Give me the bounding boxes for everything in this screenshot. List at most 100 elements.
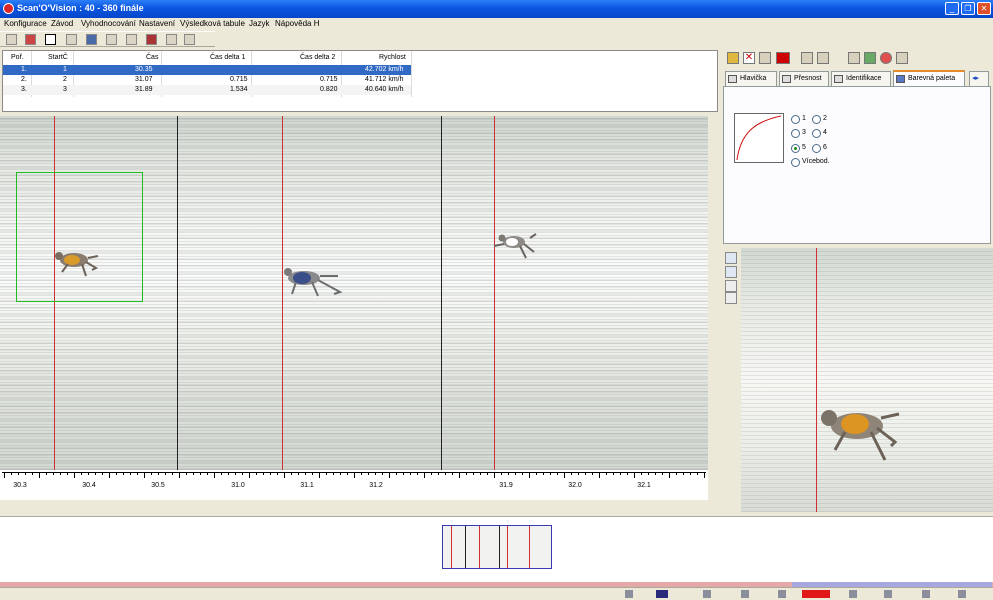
thumb-divider	[499, 526, 500, 568]
palette-option-5[interactable]: 5	[791, 143, 806, 153]
film-icon[interactable]	[106, 34, 117, 45]
table-row[interactable]: 2. 2 31.07 0.715 0.715 41.712 km/h	[3, 75, 411, 85]
tick-label: 31.0	[231, 482, 245, 489]
axis-tick	[396, 472, 397, 475]
axis-tick	[480, 472, 481, 475]
zoom-view[interactable]	[741, 248, 993, 512]
stop-icon[interactable]	[146, 34, 157, 45]
print-icon[interactable]	[884, 590, 892, 598]
histogram-icon[interactable]	[864, 52, 876, 64]
table-row[interactable]: 3. 3 31.89 1.534 0.820 40.640 km/h	[3, 85, 411, 95]
minimize-button[interactable]: _	[945, 2, 959, 15]
header-time[interactable]: Čas	[146, 53, 158, 63]
axis-tick	[32, 472, 33, 475]
delete-icon[interactable]: ✕	[743, 52, 755, 64]
flip-icon[interactable]	[759, 52, 771, 64]
zoom-selection-box[interactable]	[16, 172, 143, 302]
table-row[interactable]: 1. 1 30.35 42.702 km/h	[3, 65, 411, 75]
grid-icon[interactable]	[741, 590, 749, 598]
cut-icon[interactable]	[166, 34, 177, 45]
lines-icon[interactable]	[801, 52, 813, 64]
axis-tick	[641, 472, 642, 475]
axis-tick	[172, 472, 173, 475]
paste-icon[interactable]	[184, 34, 195, 45]
eraser-icon[interactable]	[896, 52, 908, 64]
axis-tick	[340, 472, 341, 475]
header-speed[interactable]: Rychlost	[379, 53, 406, 63]
menu-napoveda[interactable]: Nápověda H	[275, 19, 319, 28]
palette-option-3[interactable]: 3	[791, 128, 806, 138]
pointer-icon[interactable]	[45, 34, 56, 45]
tick-label: 31.2	[369, 482, 383, 489]
tab-label: Přesnost	[794, 75, 822, 82]
columns-icon[interactable]	[848, 52, 860, 64]
palette-option-1[interactable]: 1	[791, 114, 806, 124]
magnifier-icon[interactable]	[625, 590, 633, 598]
horses-icon[interactable]	[25, 34, 36, 45]
palette-option-6[interactable]: 6	[812, 143, 827, 153]
greyhound-zoomed	[821, 410, 900, 461]
window-title: Scan'O'Vision : 40 - 360 finále	[17, 3, 144, 13]
tab-barevna-paleta[interactable]: Barevná paleta	[893, 70, 965, 87]
color-select-icon[interactable]	[776, 52, 790, 64]
header-start[interactable]: StartČ	[48, 53, 68, 63]
axis-tick	[228, 472, 229, 475]
maximize-button[interactable]: ❐	[961, 2, 975, 15]
axis-tick	[158, 472, 159, 475]
axis-tick	[599, 472, 600, 478]
overview-thumbnail[interactable]	[442, 525, 552, 569]
axis-tick	[648, 472, 649, 475]
header-delta2[interactable]: Čas delta 2	[300, 53, 335, 63]
window-icon[interactable]	[922, 590, 930, 598]
tick-label: 31.9	[499, 482, 513, 489]
monitor-icon[interactable]	[86, 34, 97, 45]
settings-icon[interactable]	[778, 590, 786, 598]
axis-tick	[417, 472, 418, 475]
app-icon	[3, 3, 14, 14]
tab-label: Barevná paleta	[908, 75, 956, 82]
palette-option-multipoint[interactable]: Vícebod.	[791, 157, 830, 167]
axis-tick	[130, 472, 131, 475]
header-rank[interactable]: Poř.	[11, 53, 24, 63]
cell-start: 1	[63, 66, 67, 73]
line-icon[interactable]	[703, 590, 711, 598]
cell-start: 2	[63, 76, 67, 83]
zoom-1-icon[interactable]	[725, 280, 737, 292]
zoom-fit-icon[interactable]	[725, 292, 737, 304]
palette-option-2[interactable]: 2	[812, 114, 827, 124]
refresh-icon[interactable]	[817, 52, 829, 64]
axis-tick	[704, 472, 705, 478]
scale-icon[interactable]	[126, 34, 137, 45]
menu-bar: Konfigurace Závod Vyhodnocování Nastaven…	[0, 18, 993, 30]
header-delta1[interactable]: Čas delta 1	[210, 53, 245, 63]
axis-tick	[165, 472, 166, 475]
camera-icon[interactable]	[656, 590, 668, 598]
cell-delta1: 1.534	[230, 86, 248, 93]
menu-vysledkova-tabule[interactable]: Výsledková tabule	[180, 19, 245, 28]
axis-tick	[501, 472, 502, 475]
palette-option-4[interactable]: 4	[812, 128, 827, 138]
axis-tick	[81, 472, 82, 475]
export-icon[interactable]	[849, 590, 857, 598]
zoom-in-icon[interactable]	[725, 252, 737, 264]
new-file-icon[interactable]	[6, 34, 17, 45]
menu-vyhodnocovani[interactable]: Vyhodnocování	[81, 19, 136, 28]
menu-nastaveni[interactable]: Nastavení	[139, 19, 175, 28]
tab-scroll-arrows[interactable]: ◂▸	[969, 71, 989, 86]
close-button[interactable]: ✕	[977, 2, 991, 15]
folder-icon[interactable]	[727, 52, 739, 64]
export-icon[interactable]	[66, 34, 77, 45]
menu-konfigurace[interactable]: Konfigurace	[4, 19, 47, 28]
photo-finish-image[interactable]	[0, 116, 708, 470]
tab-hlavicka[interactable]: Hlavička	[725, 71, 777, 86]
finish-marker-3[interactable]	[494, 116, 495, 470]
tab-presnost[interactable]: Přesnost	[779, 71, 829, 86]
menu-zavod[interactable]: Závod	[51, 19, 73, 28]
zoom-out-icon[interactable]	[725, 266, 737, 278]
axis-tick	[137, 472, 138, 475]
menu-jazyk[interactable]: Jazyk	[249, 19, 269, 28]
cell-rank: 2.	[21, 76, 27, 83]
palette-icon[interactable]	[880, 52, 892, 64]
tab-identifikace[interactable]: Identifikace	[831, 71, 891, 86]
axis-tick	[242, 472, 243, 475]
